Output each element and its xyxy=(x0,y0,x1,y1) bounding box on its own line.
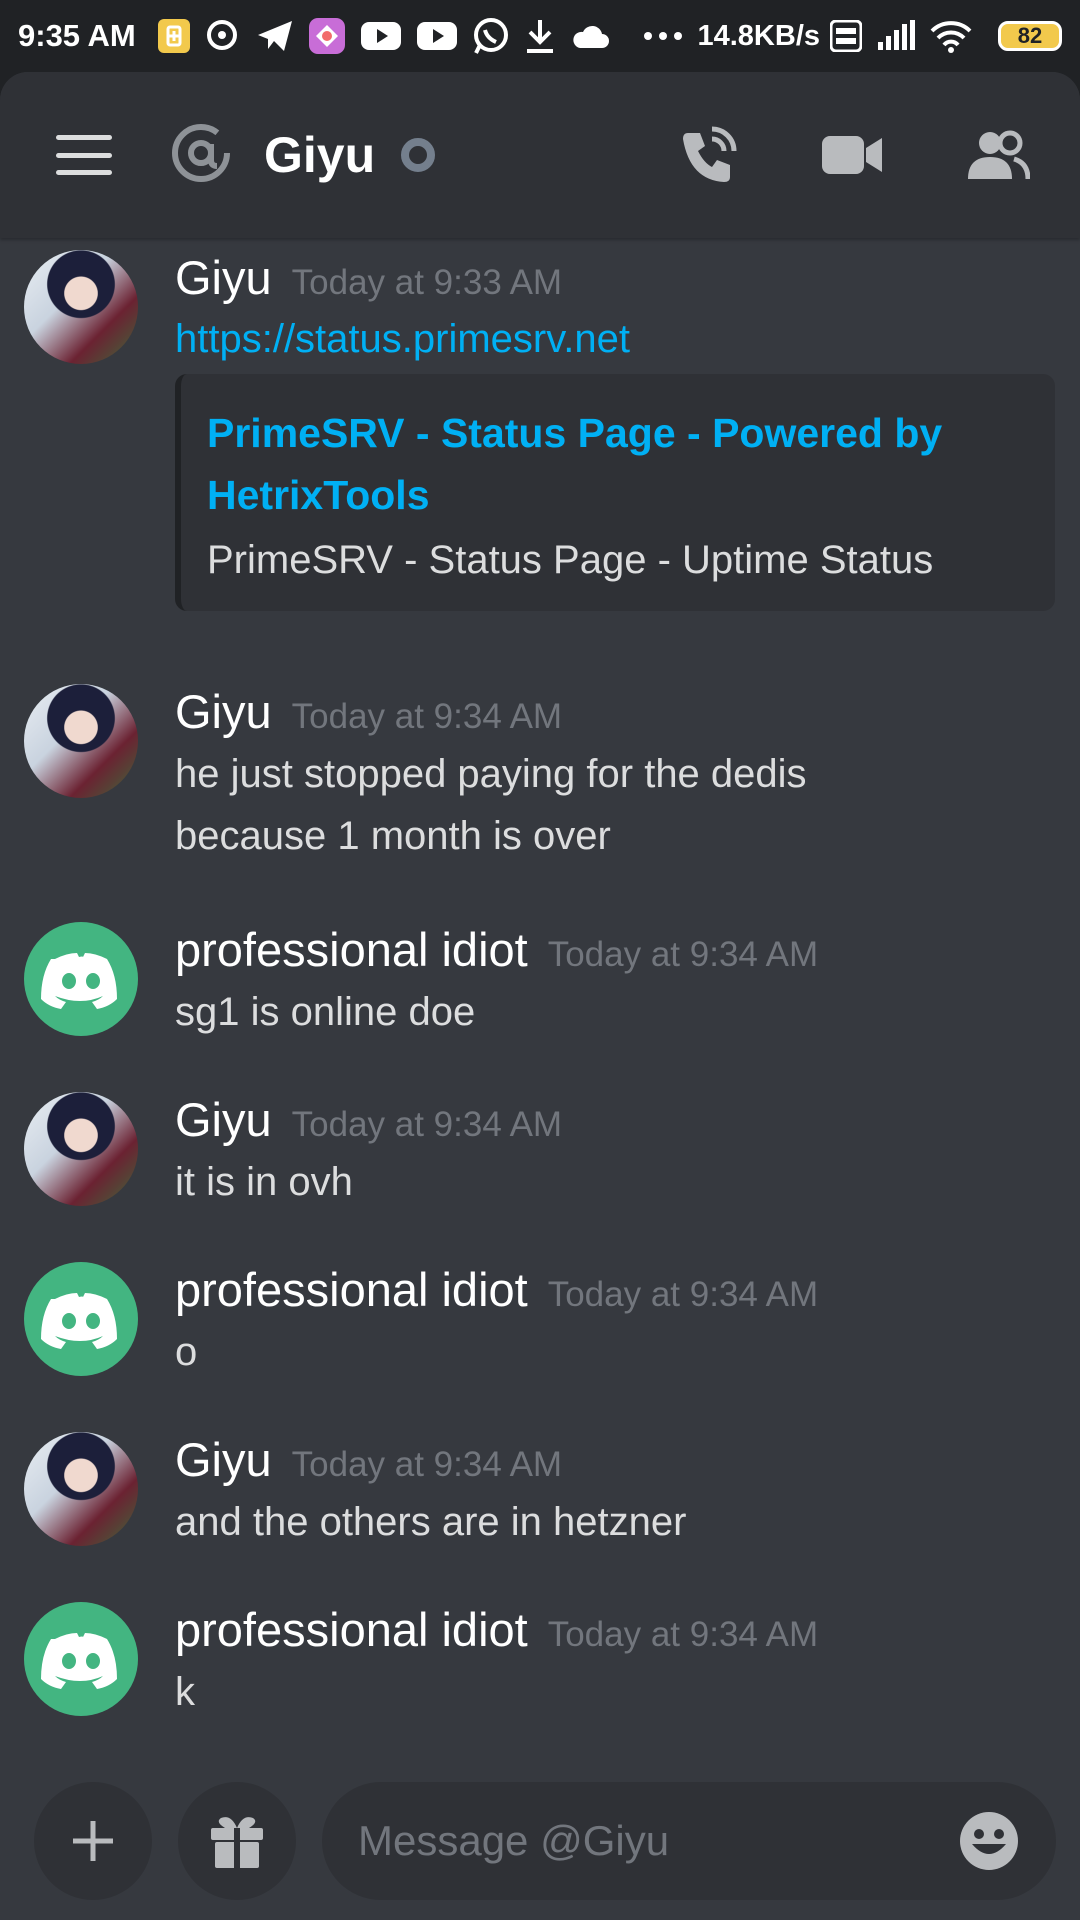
message-timestamp: Today at 9:34 AM xyxy=(547,1275,819,1314)
message-composer xyxy=(0,1762,1080,1920)
message-timestamp: Today at 9:34 AM xyxy=(291,1445,563,1484)
more-dots-icon xyxy=(643,31,683,41)
dm-screen: Giyu Giyu Today at 9:33 AM https://statu… xyxy=(0,72,1080,1920)
message-link[interactable]: https://status.primesrv.net xyxy=(175,317,1056,362)
avatar[interactable] xyxy=(24,250,138,364)
members-icon[interactable] xyxy=(966,129,1030,181)
gift-button[interactable] xyxy=(178,1782,296,1900)
message-author[interactable]: professional idiot xyxy=(175,1602,528,1657)
call-icon[interactable] xyxy=(678,125,738,185)
status-bar: 9:35 AM 14.8KB/s 82 xyxy=(0,0,1080,72)
message-timestamp: Today at 9:33 AM xyxy=(291,263,563,302)
avatar[interactable] xyxy=(24,1432,138,1546)
embed-title[interactable]: PrimeSRV - Status Page - Powered by Hetr… xyxy=(207,402,1025,526)
message-author[interactable]: Giyu xyxy=(175,250,272,305)
volte-icon xyxy=(830,20,862,52)
wifi-icon xyxy=(930,19,972,53)
status-offline-icon xyxy=(401,138,436,172)
battery-indicator: 82 xyxy=(998,21,1062,51)
message-text: o xyxy=(175,1330,198,1374)
avatar[interactable] xyxy=(24,684,138,798)
message-timestamp: Today at 9:34 AM xyxy=(547,1615,819,1654)
message-input-wrapper[interactable] xyxy=(322,1782,1056,1900)
video-icon[interactable] xyxy=(820,132,884,178)
message-text: he just stopped paying for the dedis bec… xyxy=(175,752,807,858)
menu-icon[interactable] xyxy=(56,135,112,175)
network-speed: 14.8KB/s xyxy=(697,19,820,52)
signal-icon xyxy=(876,20,916,52)
message-timestamp: Today at 9:34 AM xyxy=(291,1105,563,1144)
discord-logo-icon xyxy=(41,953,117,1009)
message-author[interactable]: professional idiot xyxy=(175,1262,528,1317)
message-author[interactable]: Giyu xyxy=(175,1432,272,1487)
emoji-icon[interactable] xyxy=(958,1810,1020,1872)
chat-bubble-icon xyxy=(206,19,242,53)
message-author[interactable]: Giyu xyxy=(175,1092,272,1147)
at-icon xyxy=(170,122,232,189)
attach-button[interactable] xyxy=(34,1782,152,1900)
embed-description: PrimeSRV - Status Page - Uptime Status xyxy=(207,538,934,582)
message-author[interactable]: Giyu xyxy=(175,684,272,739)
avatar[interactable] xyxy=(24,1602,138,1716)
photos-icon xyxy=(308,17,346,55)
youtube-icon xyxy=(416,21,458,51)
battery-saver-icon xyxy=(156,17,192,55)
link-embed[interactable]: PrimeSRV - Status Page - Powered by Hetr… xyxy=(175,374,1055,611)
message-list[interactable]: Giyu Today at 9:33 AM https://status.pri… xyxy=(0,238,1080,1828)
youtube-icon xyxy=(360,21,402,51)
download-icon xyxy=(524,18,556,54)
channel-title: Giyu xyxy=(264,127,376,183)
message-timestamp: Today at 9:34 AM xyxy=(291,697,563,736)
message-input[interactable] xyxy=(358,1817,958,1865)
channel-header: Giyu xyxy=(0,72,1080,238)
avatar[interactable] xyxy=(24,922,138,1036)
whatsapp-icon xyxy=(472,17,510,55)
cloud-icon xyxy=(570,22,610,50)
message-author[interactable]: professional idiot xyxy=(175,922,528,977)
message-timestamp: Today at 9:34 AM xyxy=(547,935,819,974)
gift-icon xyxy=(211,1817,263,1868)
discord-logo-icon xyxy=(41,1293,117,1349)
message-text: it is in ovh xyxy=(175,1160,353,1204)
status-time: 9:35 AM xyxy=(18,18,136,53)
discord-logo-icon xyxy=(41,1633,117,1689)
message-text: sg1 is online doe xyxy=(175,990,476,1034)
message-text: and the others are in hetzner xyxy=(175,1500,687,1544)
avatar[interactable] xyxy=(24,1262,138,1376)
plus-icon xyxy=(73,1821,113,1861)
message-text: k xyxy=(175,1670,195,1714)
avatar[interactable] xyxy=(24,1092,138,1206)
telegram-icon xyxy=(256,19,294,53)
